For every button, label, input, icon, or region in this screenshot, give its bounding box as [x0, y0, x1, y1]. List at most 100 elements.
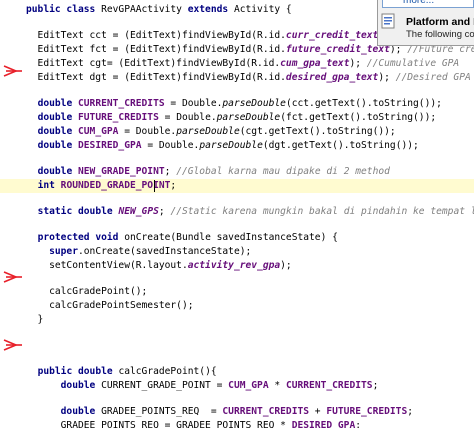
code-token: = Double. — [158, 112, 217, 123]
notification-popup[interactable]: more... Platform and P The following con — [377, 0, 474, 46]
code-token: super — [49, 246, 78, 257]
code-token: parseDouble — [222, 98, 286, 109]
code-token: (dgt.getText().toString()); — [262, 140, 419, 151]
code-token: CURRENT_CREDITS — [222, 406, 310, 417]
code-line[interactable]: double CURRENT_GRADE_POINT = CUM_GPA * C… — [26, 379, 379, 393]
code-token: CUM_GPA — [78, 126, 119, 137]
code-token: activity_rev_gpa — [187, 260, 281, 271]
code-line[interactable]: calcGradePoint(); — [26, 285, 147, 299]
code-line[interactable]: double NEW_GRADE_POINT; //Global karna m… — [26, 165, 390, 179]
code-editor[interactable]: public class RevGPAActivity extends Acti… — [0, 0, 474, 428]
code-token: FUTURE_CREDITS — [78, 112, 159, 123]
code-line[interactable]: EditText cct = (EditText)findViewById(R.… — [26, 29, 413, 43]
code-token: calcGradePointSemester(); — [26, 300, 194, 311]
code-line[interactable]: double DESIRED_GPA = Double.parseDouble(… — [26, 139, 419, 153]
code-line[interactable]: super.onCreate(savedInstanceState); — [26, 245, 251, 259]
code-token: DESIRED_GPA — [291, 420, 356, 428]
more-link[interactable]: more... — [382, 0, 474, 8]
code-token: = Double. — [164, 98, 223, 109]
code-token: public class — [26, 4, 102, 15]
code-token: cum_gpa_text — [280, 58, 350, 69]
code-token: ); — [349, 58, 367, 69]
code-line[interactable]: EditText dgt = (EditText)findViewById(R.… — [26, 71, 471, 85]
code-token: ; — [407, 406, 414, 417]
code-line[interactable]: public double calcGradePoint(){ — [26, 365, 217, 379]
code-token: //Cumulative GPA — [366, 58, 460, 69]
code-token: = Double. — [141, 140, 200, 151]
annotation-arrow-icon — [2, 338, 24, 352]
code-token: //Desired GPA — [395, 72, 471, 83]
code-token: ); — [378, 72, 396, 83]
code-token: CURRENT_CREDITS — [78, 98, 165, 109]
code-token: GRADEE_POINTS_REQ = GRADEE_POINTS_REQ * — [26, 420, 292, 428]
code-line[interactable]: EditText cgt= (EditText)findViewById(R.i… — [26, 57, 460, 71]
code-token: ; — [164, 166, 177, 177]
code-line[interactable]: double CUM_GPA = Double.parseDouble(cgt.… — [26, 125, 396, 139]
code-token: CUM_GPA — [228, 380, 269, 391]
code-token: calcGradePoint(){ — [118, 366, 217, 377]
code-token: EditText cct = (EditText)findViewById(R.… — [26, 30, 286, 41]
code-token: + — [309, 406, 327, 417]
code-token: //Static karena mungkin bakal di pindahi… — [170, 206, 474, 217]
code-token: parseDouble — [199, 140, 263, 151]
code-line[interactable]: setContentView(R.layout.activity_rev_gpa… — [26, 259, 292, 273]
code-token: extends — [187, 4, 234, 15]
code-token: CURRENT_GRADE_POINT = — [101, 380, 229, 391]
code-token: RevGPAActivity — [101, 4, 188, 15]
code-line[interactable]: GRADEE_POINTS_REQ = GRADEE_POINTS_REQ * … — [26, 419, 361, 428]
code-token: DESIRED_GPA — [78, 140, 142, 151]
code-token: double — [37, 112, 78, 123]
code-line[interactable]: public class RevGPAActivity extends Acti… — [26, 3, 292, 17]
code-token: (fct.getText().toString()); — [280, 112, 437, 123]
annotation-arrow-icon — [2, 270, 24, 284]
code-token: FUTURE_CREDITS — [326, 406, 408, 417]
code-token: NEW_GRADE_POINT — [78, 166, 165, 177]
code-token: .onCreate(savedInstanceState); — [78, 246, 252, 257]
code-token: parseDouble — [216, 112, 281, 123]
code-token: NEW_GPS — [118, 206, 159, 217]
text-caret — [154, 180, 155, 192]
code-token: EditText dgt = (EditText)findViewById(R.… — [26, 72, 286, 83]
code-token: static double — [37, 206, 119, 217]
code-token: * — [268, 380, 286, 391]
code-token: calcGradePoint(); — [26, 286, 148, 297]
code-line[interactable]: double GRADEE_POINTS_REQ = CURRENT_CREDI… — [26, 405, 413, 419]
code-token: ; — [158, 206, 171, 217]
code-token: int — [37, 180, 61, 191]
code-token: setContentView(R.layout. — [26, 260, 188, 271]
code-token: parseDouble — [176, 126, 240, 137]
code-token: double — [37, 166, 78, 177]
code-line[interactable]: double CURRENT_CREDITS = Double.parseDou… — [26, 97, 442, 111]
code-line[interactable]: calcGradePointSemester(); — [26, 299, 194, 313]
code-token: double — [60, 406, 102, 417]
annotation-arrow-icon — [2, 64, 24, 78]
code-token: = Double. — [118, 126, 177, 137]
code-token: //Global karna mau dipake di 2 method — [176, 166, 390, 177]
code-line[interactable]: } — [26, 313, 44, 327]
code-token: curr_credit_text — [285, 30, 379, 41]
code-token: CURRENT_CREDITS — [285, 380, 373, 391]
code-token: onCreate(Bundle savedInstanceState) { — [124, 232, 338, 243]
code-line[interactable]: static double NEW_GPS; //Static karena m… — [26, 205, 474, 219]
code-token: ; — [372, 380, 379, 391]
code-token: double — [37, 140, 78, 151]
popup-title: Platform and P — [406, 16, 474, 28]
code-token: EditText cgt= (EditText)findViewById(R.i… — [26, 58, 281, 69]
code-line[interactable]: int ROUNDED_GRADE_POINT; — [0, 179, 474, 193]
code-line[interactable]: protected void onCreate(Bundle savedInst… — [26, 231, 338, 245]
code-token: ; — [355, 420, 362, 428]
code-token: future_credit_text — [285, 44, 390, 55]
code-line[interactable]: double FUTURE_CREDITS = Double.parseDoub… — [26, 111, 437, 125]
code-token: ; — [170, 180, 177, 191]
